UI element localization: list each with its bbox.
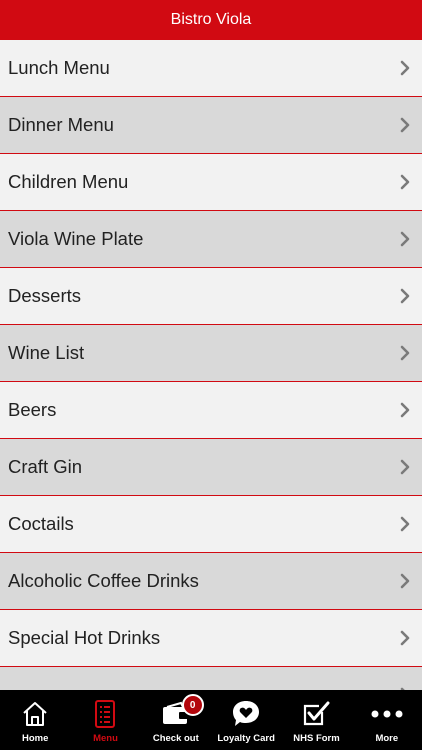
chevron-right-icon <box>398 458 412 476</box>
menu-item-beers[interactable]: Beers <box>0 382 422 439</box>
bottom-tab-bar: Home Menu 0 Check out Loyalty Card NHS F… <box>0 690 422 750</box>
menu-item-label: Special Hot Drinks <box>8 627 161 648</box>
chevron-right-icon <box>398 287 412 305</box>
app-header: Bistro Viola <box>0 0 422 40</box>
menu-item-desserts[interactable]: Desserts <box>0 268 422 325</box>
chevron-right-icon <box>398 59 412 77</box>
heart-bubble-icon <box>231 698 261 730</box>
menu-item-special-hot-drinks[interactable]: Special Hot Drinks <box>0 610 422 667</box>
menu-item-craft-gin[interactable]: Craft Gin <box>0 439 422 496</box>
chevron-right-icon <box>398 629 412 647</box>
menu-item-partial[interactable] <box>0 667 422 690</box>
menu-item-label: Desserts <box>8 285 81 306</box>
tab-loyalty-label: Loyalty Card <box>217 733 275 744</box>
menu-list: Lunch Menu Dinner Menu Children Menu Vio… <box>0 40 422 690</box>
tab-loyalty-card[interactable]: Loyalty Card <box>211 690 281 750</box>
menu-item-label: Children Menu <box>8 171 129 192</box>
tab-menu[interactable]: Menu <box>70 690 140 750</box>
tab-home[interactable]: Home <box>0 690 70 750</box>
menu-item-label: Viola Wine Plate <box>8 228 144 249</box>
chevron-right-icon <box>398 344 412 362</box>
tab-home-label: Home <box>21 733 49 744</box>
menu-item-label: Craft Gin <box>8 456 83 477</box>
checkbox-icon <box>301 698 331 730</box>
menu-item-dinner[interactable]: Dinner Menu <box>0 97 422 154</box>
chevron-right-icon <box>398 230 412 248</box>
tab-more-label: More <box>375 733 399 744</box>
tab-nhs-label: NHS Form <box>293 733 340 744</box>
menu-item-label: Alcoholic Coffee Drinks <box>8 570 199 591</box>
menu-item-wine-list[interactable]: Wine List <box>0 325 422 382</box>
tab-nhs-form[interactable]: NHS Form <box>281 690 351 750</box>
tab-menu-label: Menu <box>93 733 118 744</box>
chevron-right-icon <box>398 173 412 191</box>
chevron-right-icon <box>398 401 412 419</box>
menu-item-label: Coctails <box>8 513 74 534</box>
menu-item-lunch[interactable]: Lunch Menu <box>0 40 422 97</box>
chevron-right-icon <box>398 116 412 134</box>
more-dots-icon <box>370 698 404 730</box>
menu-item-wine-plate[interactable]: Viola Wine Plate <box>0 211 422 268</box>
menu-item-label: Wine List <box>8 342 85 363</box>
menu-item-alcoholic-coffee[interactable]: Alcoholic Coffee Drinks <box>0 553 422 610</box>
chevron-right-icon <box>398 572 412 590</box>
menu-item-label: Beers <box>8 399 57 420</box>
home-icon <box>20 698 50 730</box>
page-title: Bistro Viola <box>170 11 252 28</box>
menu-item-label: Lunch Menu <box>8 57 110 78</box>
menu-item-children[interactable]: Children Menu <box>0 154 422 211</box>
menu-list-icon <box>94 698 116 730</box>
menu-item-coctails[interactable]: Coctails <box>0 496 422 553</box>
chevron-right-icon <box>398 515 412 533</box>
tab-more[interactable]: More <box>352 690 422 750</box>
cart-count-badge: 0 <box>181 694 204 716</box>
menu-item-label: Dinner Menu <box>8 114 114 135</box>
tab-checkout-label: Check out <box>152 733 199 744</box>
tab-checkout[interactable]: 0 Check out <box>141 690 211 750</box>
